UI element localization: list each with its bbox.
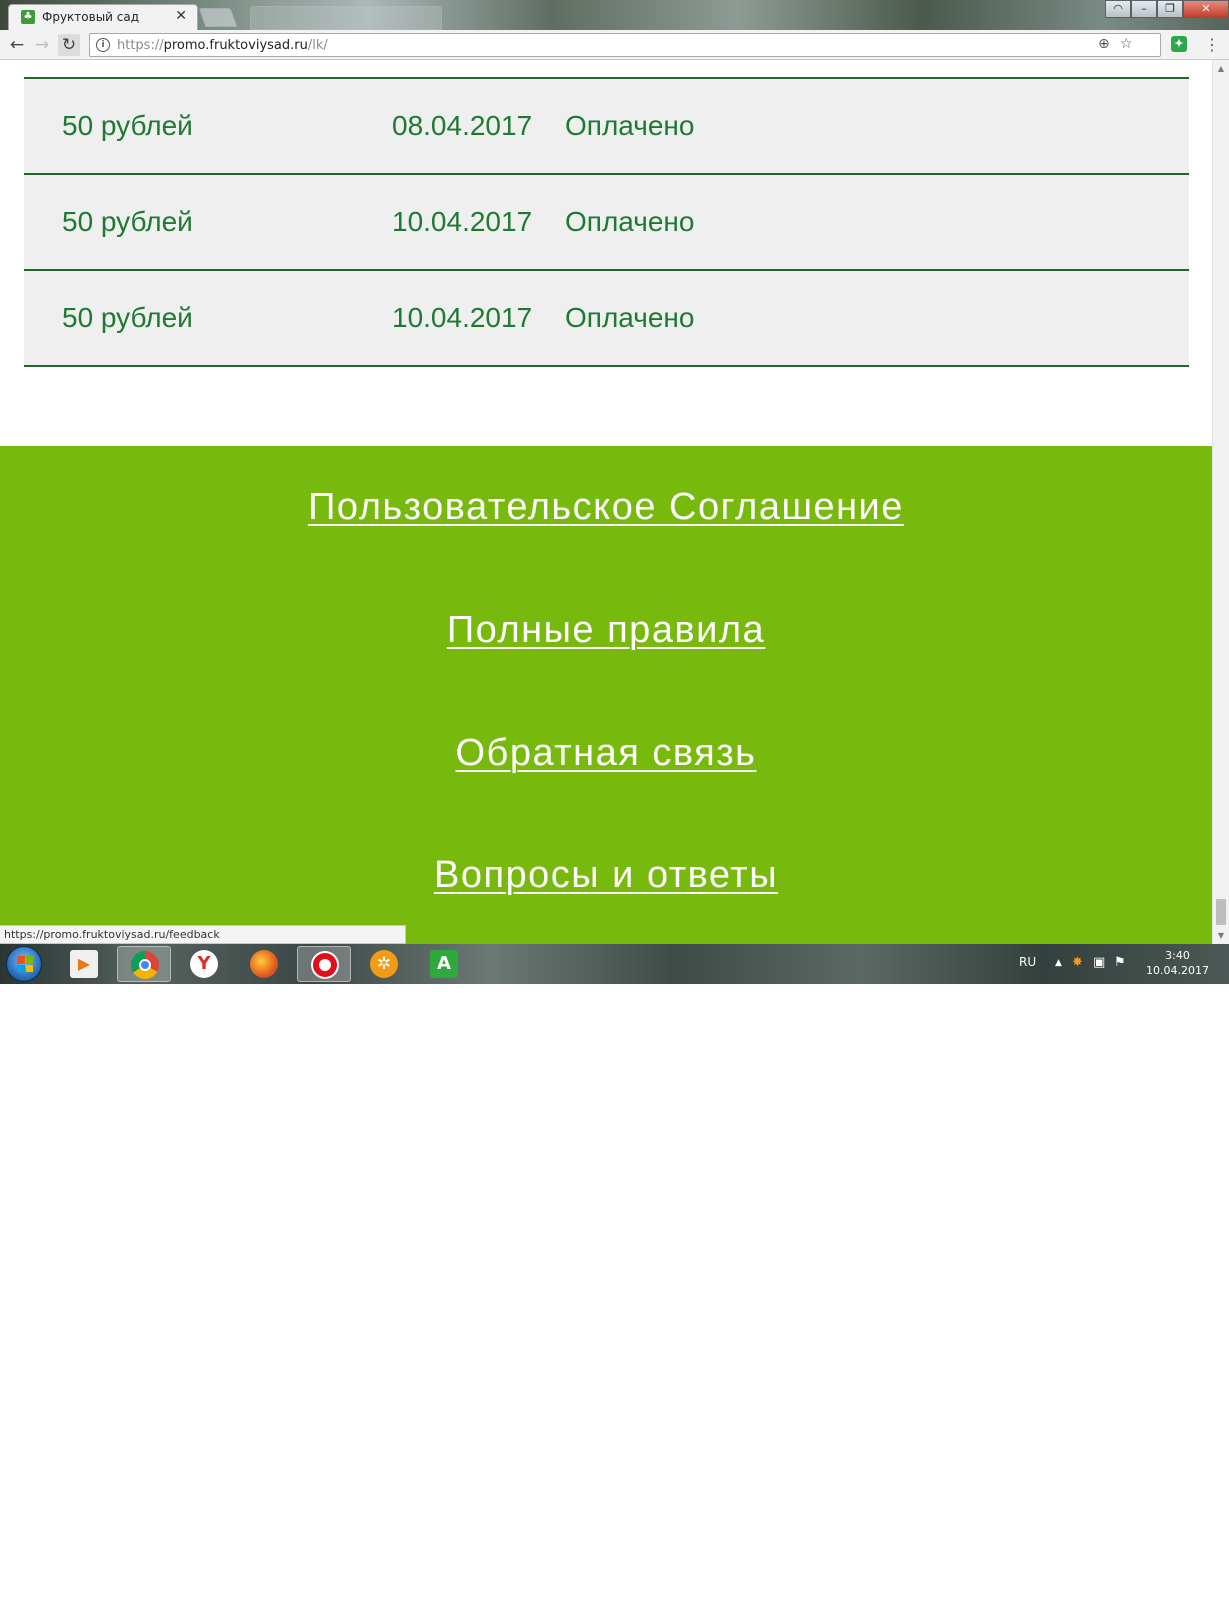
language-indicator[interactable]: RU [1019,955,1036,969]
tree-favicon-icon: ♣ [21,10,35,24]
a-app-icon[interactable]: A [417,946,471,982]
opera-icon[interactable] [297,946,351,982]
background-tab[interactable] [250,6,442,30]
browser-toolbar: ← → ↻ i https://promo.fruktoviysad.ru/lk… [0,30,1229,60]
yandex-browser-icon[interactable]: Y [177,946,231,982]
yandex-glyph: Y [190,950,218,978]
browser-tab-strip: ♣ Фруктовый сад ✕ ◠ – ❐ ✕ [0,0,1229,30]
vertical-scrollbar[interactable]: ▲ ▼ [1212,60,1229,944]
chrome-icon[interactable] [117,946,171,982]
payment-status: Оплачено [565,110,695,141]
payment-status: Оплачено [565,206,695,237]
user-icon[interactable]: ◠ [1105,0,1131,18]
a-app-glyph: A [430,950,458,978]
payment-amount: 50 рублей [62,302,193,333]
url-text[interactable]: https://promo.fruktoviysad.ru/lk/ [117,38,328,53]
amigo-icon[interactable]: ✲ [357,946,411,982]
tab-title: Фруктовый сад [42,10,140,24]
screen: ♣ Фруктовый сад ✕ ◠ – ❐ ✕ ← → ↻ i https:… [0,0,1229,1600]
scroll-up-icon[interactable]: ▲ [1213,60,1229,77]
payment-amount: 50 рублей [62,206,193,237]
star-icon[interactable]: ☆ [1120,36,1133,52]
info-icon[interactable]: i [96,38,110,52]
forward-arrow-icon[interactable]: → [31,34,53,56]
network-icon[interactable]: ▣ [1093,955,1105,970]
url-path: /lk/ [307,38,328,53]
windows-logo-icon [17,956,33,972]
feedback-link[interactable]: Обратная связь [0,732,1212,775]
extension-icon[interactable]: ✦ [1171,36,1187,52]
system-tray: RU ▲ ✸ ▣ ⚑ 3:40 10.04.2017 [999,944,1229,984]
windows-taskbar: ▶ Y ✲ A RU ▲ ✸ ▣ ⚑ 3:40 10.04.2017 [0,944,1229,984]
payment-status: Оплачено [565,302,695,333]
action-center-flag-icon[interactable]: ⚑ [1114,955,1126,970]
avast-icon[interactable]: ✸ [1072,955,1083,970]
close-window-icon[interactable]: ✕ [1183,0,1229,18]
minimize-icon[interactable]: – [1131,0,1157,18]
scroll-thumb[interactable] [1216,899,1226,925]
clock-time: 3:40 [1165,949,1190,962]
new-tab-button[interactable] [198,8,238,27]
full-rules-link[interactable]: Полные правила [0,609,1212,652]
status-url-bubble: https://promo.fruktoviysad.ru/feedback [0,925,406,944]
clock-date: 10.04.2017 [1146,964,1209,977]
user-agreement-link[interactable]: Пользовательское Соглашение [0,486,1212,529]
payment-date: 08.04.2017 [392,110,533,141]
clock[interactable]: 3:40 10.04.2017 [1146,948,1209,978]
payment-amount: 50 рублей [62,110,193,141]
restore-icon[interactable]: ❐ [1157,0,1183,18]
firefox-glyph [250,950,278,978]
chrome-glyph [131,951,159,979]
amigo-glyph: ✲ [370,950,398,978]
page-viewport: 50 рублей 08.04.2017 Оплачено 50 рублей … [0,60,1212,944]
zoom-icon[interactable]: ⊕ [1098,36,1110,52]
show-hidden-icons-icon[interactable]: ▲ [1055,958,1062,968]
payments-table: 50 рублей 08.04.2017 Оплачено 50 рублей … [24,77,1189,367]
window-controls: ◠ – ❐ ✕ [1105,0,1229,20]
tab-close-icon[interactable]: ✕ [175,8,187,24]
payment-row: 50 рублей 08.04.2017 Оплачено [24,79,1189,175]
start-button[interactable] [6,946,42,982]
scroll-down-icon[interactable]: ▼ [1213,927,1229,944]
reload-icon[interactable]: ↻ [58,34,80,56]
media-player-glyph: ▶ [70,950,98,978]
url-host: promo.fruktoviysad.ru [163,38,308,53]
back-arrow-icon[interactable]: ← [6,34,28,56]
url-scheme: https:// [117,38,164,53]
media-player-icon[interactable]: ▶ [57,946,111,982]
opera-glyph [311,951,339,979]
address-bar[interactable]: i https://promo.fruktoviysad.ru/lk/ ⊕ ☆ [89,33,1161,57]
payment-date: 10.04.2017 [392,206,533,237]
payment-row: 50 рублей 10.04.2017 Оплачено [24,271,1189,367]
faq-link[interactable]: Вопросы и ответы [0,854,1212,897]
menu-dots-icon[interactable]: ⋮ [1204,35,1220,54]
payment-row: 50 рублей 10.04.2017 Оплачено [24,175,1189,271]
payment-date: 10.04.2017 [392,302,533,333]
site-footer: Пользовательское Соглашение Полные прави… [0,446,1212,944]
browser-tab[interactable]: ♣ Фруктовый сад ✕ [8,4,198,30]
firefox-icon[interactable] [237,946,291,982]
